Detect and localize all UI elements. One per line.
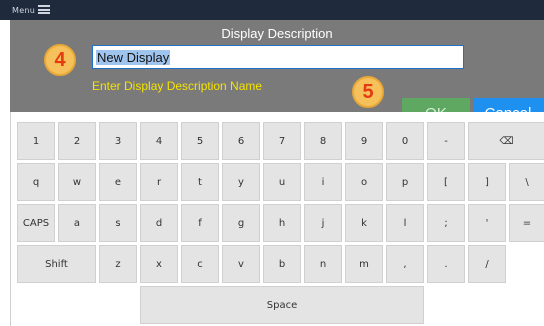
hamburger-menu-icon[interactable] <box>38 5 50 14</box>
space-key[interactable]: Space <box>140 286 424 324</box>
key-5[interactable]: 5 <box>181 122 219 160</box>
key-y[interactable]: y <box>222 163 260 201</box>
dialog-title: Display Description <box>221 26 333 41</box>
key-l[interactable]: l <box>386 204 424 242</box>
key-z[interactable]: z <box>99 245 137 283</box>
key-apostrophe[interactable]: ' <box>468 204 506 242</box>
key-v[interactable]: v <box>222 245 260 283</box>
key-j[interactable]: j <box>304 204 342 242</box>
key-r[interactable]: r <box>140 163 178 201</box>
key-9[interactable]: 9 <box>345 122 383 160</box>
key-0[interactable]: 0 <box>386 122 424 160</box>
key-backslash[interactable]: \ <box>509 163 544 201</box>
key-f[interactable]: f <box>181 204 219 242</box>
display-description-value[interactable]: New Display <box>96 49 171 65</box>
key-p[interactable]: p <box>386 163 424 201</box>
backspace-key[interactable]: ⌫ <box>468 122 544 160</box>
display-description-input[interactable]: New Display <box>92 45 464 69</box>
key-b[interactable]: b <box>263 245 301 283</box>
key-semicolon[interactable]: ; <box>427 204 465 242</box>
key-t[interactable]: t <box>181 163 219 201</box>
shift-key[interactable]: Shift <box>17 245 96 283</box>
key-h[interactable]: h <box>263 204 301 242</box>
key-g[interactable]: g <box>222 204 260 242</box>
key-w[interactable]: w <box>58 163 96 201</box>
key-a[interactable]: a <box>58 204 96 242</box>
key-m[interactable]: m <box>345 245 383 283</box>
on-screen-keyboard: 1 2 3 4 5 6 7 8 9 0 - ⌫ q w e r t y u i … <box>10 112 544 326</box>
key-8[interactable]: 8 <box>304 122 342 160</box>
key-7[interactable]: 7 <box>263 122 301 160</box>
key-o[interactable]: o <box>345 163 383 201</box>
key-comma[interactable]: , <box>386 245 424 283</box>
input-hint-text: Enter Display Description Name <box>92 79 263 93</box>
key-left-bracket[interactable]: [ <box>427 163 465 201</box>
key-right-bracket[interactable]: ] <box>468 163 506 201</box>
key-2[interactable]: 2 <box>58 122 96 160</box>
key-6[interactable]: 6 <box>222 122 260 160</box>
key-s[interactable]: s <box>99 204 137 242</box>
caps-lock-key[interactable]: CAPS <box>17 204 55 242</box>
description-dialog-header: Display Description New Display Enter Di… <box>10 20 544 128</box>
step-5-badge: 5 <box>352 76 384 108</box>
key-1[interactable]: 1 <box>17 122 55 160</box>
key-n[interactable]: n <box>304 245 342 283</box>
key-i[interactable]: i <box>304 163 342 201</box>
key-period[interactable]: . <box>427 245 465 283</box>
key-3[interactable]: 3 <box>99 122 137 160</box>
key-c[interactable]: c <box>181 245 219 283</box>
app-top-bar: Menu <box>0 0 544 20</box>
key-minus[interactable]: - <box>427 122 465 160</box>
key-equals[interactable]: = <box>509 204 544 242</box>
key-d[interactable]: d <box>140 204 178 242</box>
key-u[interactable]: u <box>263 163 301 201</box>
key-q[interactable]: q <box>17 163 55 201</box>
step-4-badge: 4 <box>44 44 76 76</box>
key-e[interactable]: e <box>99 163 137 201</box>
key-k[interactable]: k <box>345 204 383 242</box>
menu-label[interactable]: Menu <box>12 6 35 15</box>
key-x[interactable]: x <box>140 245 178 283</box>
key-slash[interactable]: / <box>468 245 506 283</box>
key-4[interactable]: 4 <box>140 122 178 160</box>
